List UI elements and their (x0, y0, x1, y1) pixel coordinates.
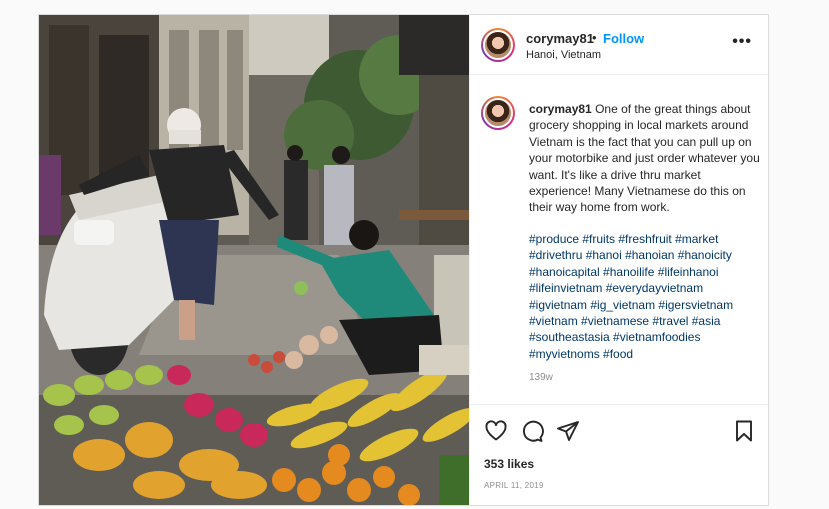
share-icon[interactable] (556, 419, 580, 443)
caption-section: corymay81 One of the great things about … (470, 75, 768, 405)
follow-button[interactable]: Follow (603, 31, 644, 46)
market-scene-image (39, 15, 469, 505)
avatar[interactable] (481, 28, 515, 62)
caption-avatar[interactable] (481, 96, 515, 130)
comment-icon[interactable] (520, 419, 544, 443)
separator-dot: • (592, 30, 597, 45)
caption-body: One of the great things about grocery sh… (529, 102, 760, 215)
hashtags[interactable]: #produce #fruits #freshfruit #market #dr… (529, 231, 763, 362)
caption-text: corymay81 One of the great things about … (529, 101, 763, 216)
post-side-panel: corymay81 • Follow Hanoi, Vietnam ••• co… (469, 15, 768, 505)
action-bar (470, 417, 768, 447)
bookmark-icon[interactable] (732, 419, 756, 443)
more-horizontal-icon[interactable]: ••• (732, 33, 752, 51)
caption-username-link[interactable]: corymay81 (529, 102, 592, 116)
post-photo[interactable] (39, 15, 469, 505)
post-date: APRIL 11, 2019 (484, 481, 544, 490)
location-link[interactable]: Hanoi, Vietnam (526, 49, 601, 61)
likes-count[interactable]: 353 likes (484, 457, 534, 471)
heart-icon[interactable] (484, 419, 508, 443)
post-header: corymay81 • Follow Hanoi, Vietnam ••• (470, 15, 768, 75)
time-ago: 139w (529, 372, 553, 383)
username-link[interactable]: corymay81 (526, 31, 594, 46)
instagram-post: corymay81 • Follow Hanoi, Vietnam ••• co… (38, 14, 769, 506)
